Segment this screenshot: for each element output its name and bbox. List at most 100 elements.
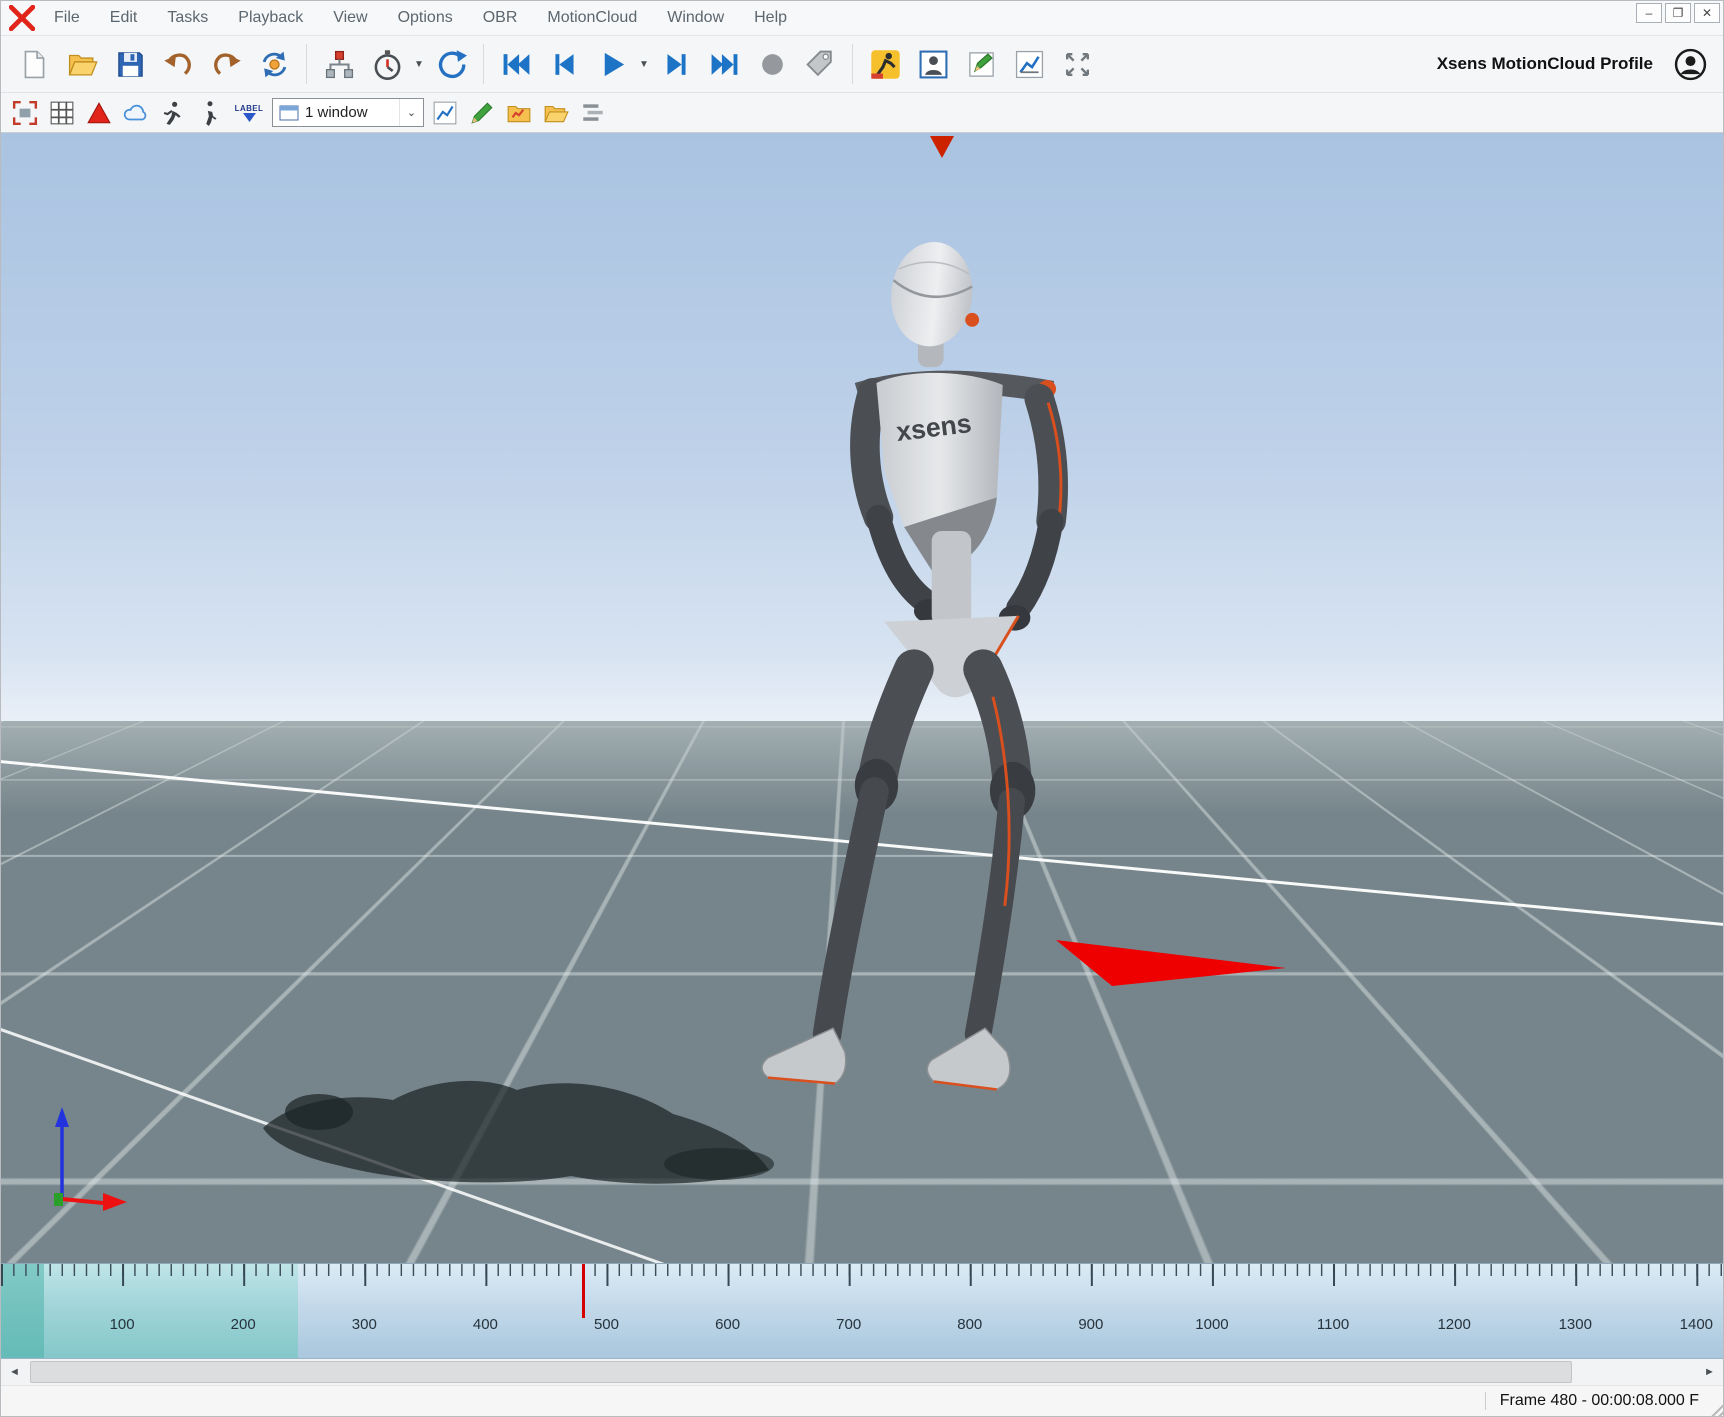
step-forward-button[interactable]: [653, 41, 699, 87]
figure-run-icon: [160, 100, 186, 126]
menu-edit[interactable]: Edit: [95, 9, 153, 27]
layer-list-button[interactable]: [577, 97, 609, 129]
close-button[interactable]: ✕: [1694, 3, 1720, 23]
main-toolbar: ▼ ▼: [1, 35, 1723, 93]
expand-icon: [1062, 49, 1093, 80]
folder-chart-icon: [506, 100, 532, 126]
menu-view[interactable]: View: [318, 9, 382, 27]
cloud-button[interactable]: [120, 97, 152, 129]
grid-icon: [49, 100, 75, 126]
window-layout-value: 1 window: [305, 104, 368, 121]
origin-toggle-button[interactable]: [83, 97, 115, 129]
timeline-ruler[interactable]: [1, 1264, 1723, 1310]
record-button[interactable]: [749, 41, 795, 87]
show-graph-button[interactable]: [1006, 41, 1052, 87]
scrollbar-thumb[interactable]: [30, 1361, 1572, 1383]
xsens-logo-icon: [9, 5, 35, 31]
toolbar-separator: [483, 44, 484, 84]
menu-help[interactable]: Help: [739, 9, 802, 27]
view-toolbar: LABEL 1 window ⌄: [1, 93, 1723, 133]
timeline-playhead[interactable]: [582, 1264, 585, 1318]
figure-walk-button[interactable]: [194, 97, 226, 129]
window-layout-select[interactable]: 1 window ⌄: [272, 98, 424, 127]
timeline-tick-label: 600: [715, 1316, 740, 1333]
network-hierarchy-button[interactable]: [316, 41, 362, 87]
menu-motioncloud[interactable]: MotionCloud: [532, 9, 652, 27]
toolbar-separator: [852, 44, 853, 84]
graph-panel-button[interactable]: [429, 97, 461, 129]
chart-small-icon: [432, 100, 458, 126]
menu-window[interactable]: Window: [652, 9, 739, 27]
marker-tag-button[interactable]: [797, 41, 843, 87]
statusbar: Frame 480 - 00:00:08.000 F: [1, 1386, 1723, 1416]
save-icon: [115, 49, 146, 80]
profile-label: Xsens MotionCloud Profile: [1437, 54, 1653, 74]
cloud-icon: [123, 100, 149, 126]
new-file-button[interactable]: [11, 41, 57, 87]
step-back-button[interactable]: [541, 41, 587, 87]
play-options-arrow[interactable]: ▼: [637, 59, 651, 70]
timeline-tick-label: 1000: [1195, 1316, 1228, 1333]
timer-dropdown-arrow[interactable]: ▼: [412, 59, 426, 70]
redo-button[interactable]: [203, 41, 249, 87]
scroll-right-button[interactable]: ►: [1696, 1359, 1723, 1385]
account-button[interactable]: [1667, 41, 1713, 87]
loop-playback-button[interactable]: [428, 41, 474, 87]
timeline-tick-label: 200: [231, 1316, 256, 1333]
menu-obr[interactable]: OBR: [468, 9, 533, 27]
floor-direction-arrow: [1056, 928, 1288, 990]
save-button[interactable]: [107, 41, 153, 87]
menu-options[interactable]: Options: [383, 9, 468, 27]
snapshot-button[interactable]: [9, 97, 41, 129]
timeline-tick-label: 500: [594, 1316, 619, 1333]
timeline-tick-label: 1200: [1437, 1316, 1470, 1333]
skip-to-start-button[interactable]: [493, 41, 539, 87]
stopwatch-icon: [372, 49, 403, 80]
analyze-figure-button[interactable]: [862, 41, 908, 87]
axis-gizmo: [47, 1105, 131, 1213]
menu-file[interactable]: File: [39, 9, 95, 27]
resize-grip[interactable]: [1708, 1401, 1723, 1416]
chart-icon: [1014, 49, 1045, 80]
fullscreen-button[interactable]: [1054, 41, 1100, 87]
scroll-left-button[interactable]: ◄: [1, 1359, 28, 1385]
grid-toggle-button[interactable]: [46, 97, 78, 129]
timeline[interactable]: 1002003004005006007008009001000110012001…: [1, 1263, 1723, 1359]
redo-icon: [211, 49, 242, 80]
open-session-button[interactable]: [540, 97, 572, 129]
menubar: File Edit Tasks Playback View Options OB…: [1, 1, 1723, 35]
new-file-icon: [19, 49, 50, 80]
export-graph-button[interactable]: [503, 97, 535, 129]
viewport-3d[interactable]: xsens: [1, 133, 1723, 1263]
snapshot-icon: [12, 100, 38, 126]
edit-data-button[interactable]: [958, 41, 1004, 87]
restore-button[interactable]: ❐: [1665, 3, 1691, 23]
menu-tasks[interactable]: Tasks: [152, 9, 223, 27]
label-marker-button[interactable]: LABEL: [231, 96, 267, 130]
play-button[interactable]: [589, 41, 635, 87]
minimize-button[interactable]: –: [1636, 3, 1662, 23]
mannequin-figure: xsens: [738, 233, 1084, 1121]
sync-settings-button[interactable]: [251, 41, 297, 87]
red-triangle-icon: [86, 100, 112, 126]
menu-playback[interactable]: Playback: [223, 9, 318, 27]
skip-to-end-button[interactable]: [701, 41, 747, 87]
timeline-scrollbar[interactable]: ◄ ►: [1, 1359, 1723, 1386]
open-file-button[interactable]: [59, 41, 105, 87]
axis-x-red: [62, 1199, 103, 1203]
window-layout-icon: [279, 105, 299, 121]
skip-start-icon: [501, 49, 532, 80]
tag-icon: [805, 49, 836, 80]
figure-run-button[interactable]: [157, 97, 189, 129]
skip-end-icon: [709, 49, 740, 80]
toolbar-separator: [306, 44, 307, 84]
undo-button[interactable]: [155, 41, 201, 87]
sync-settings-icon: [259, 49, 290, 80]
timeline-tick-label: 700: [836, 1316, 861, 1333]
combo-arrow-icon: ⌄: [399, 99, 423, 126]
character-view-button[interactable]: [910, 41, 956, 87]
annotate-button[interactable]: [466, 97, 498, 129]
timer-button[interactable]: [364, 41, 410, 87]
timeline-tick-label: 100: [110, 1316, 135, 1333]
profile-icon: [1674, 48, 1707, 81]
